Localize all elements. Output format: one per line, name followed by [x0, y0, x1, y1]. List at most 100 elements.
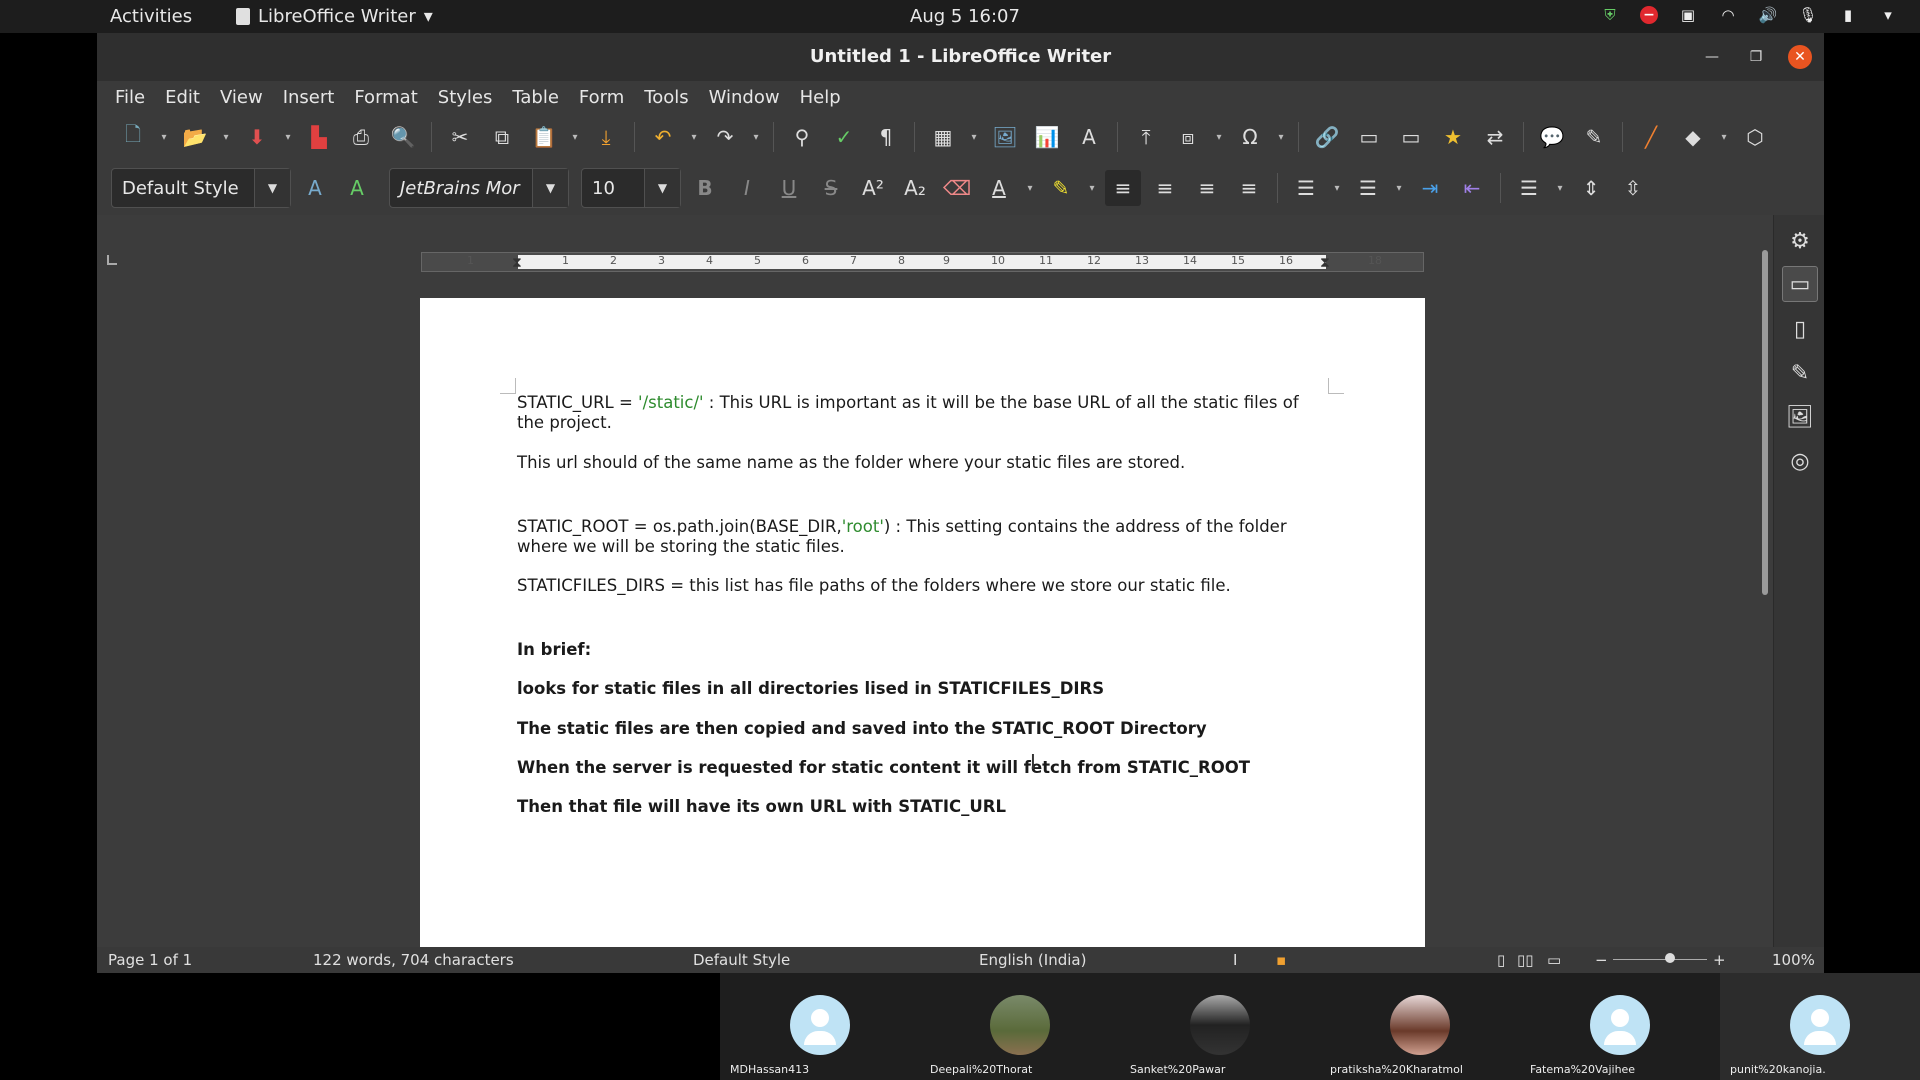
- chevron-down-icon[interactable]: ▾: [1392, 170, 1406, 206]
- paste-icon[interactable]: 📋: [526, 119, 562, 155]
- footnote-icon[interactable]: ▭: [1351, 119, 1387, 155]
- chevron-down-icon[interactable]: ▾: [157, 119, 171, 155]
- language[interactable]: English (India): [979, 951, 1086, 969]
- single-page-view-icon[interactable]: ▯: [1497, 951, 1505, 969]
- export-pdf-icon[interactable]: ▙: [301, 119, 337, 155]
- superscript-icon[interactable]: A²: [855, 170, 891, 206]
- participant-tile[interactable]: MDHassan413: [720, 973, 920, 1080]
- word-count[interactable]: 122 words, 704 characters: [313, 951, 514, 969]
- menu-form[interactable]: Form: [569, 87, 634, 108]
- chevron-down-icon[interactable]: ▾: [568, 119, 582, 155]
- numbered-list-icon[interactable]: ☰: [1350, 170, 1386, 206]
- font-size-select[interactable]: 10 ▼: [581, 168, 681, 208]
- zoom-slider-thumb[interactable]: [1665, 953, 1675, 963]
- menu-format[interactable]: Format: [344, 87, 427, 108]
- find-replace-icon[interactable]: ⚲: [784, 119, 820, 155]
- participant-tile[interactable]: Sanket%20Pawar: [1120, 973, 1320, 1080]
- zoom-slider[interactable]: [1613, 959, 1707, 960]
- spelling-icon[interactable]: ✓: [826, 119, 862, 155]
- zoom-out-icon[interactable]: −: [1595, 951, 1608, 969]
- justify-icon[interactable]: ≡: [1231, 170, 1267, 206]
- chevron-down-icon[interactable]: ▾: [281, 119, 295, 155]
- system-tray[interactable]: ⛨ − ▣ ◠ 🔊 🎙 ▮ ▾: [1600, 5, 1898, 25]
- menu-window[interactable]: Window: [699, 87, 790, 108]
- menu-insert[interactable]: Insert: [273, 87, 345, 108]
- participant-tile[interactable]: Fatema%20Vajihee: [1520, 973, 1720, 1080]
- menu-table[interactable]: Table: [502, 87, 569, 108]
- font-name-select[interactable]: JetBrains Mor ▼: [389, 168, 569, 208]
- highlight-color-icon[interactable]: ✎: [1043, 170, 1079, 206]
- document-page[interactable]: STATIC_URL = '/static/' : This URL is im…: [420, 298, 1425, 947]
- gallery-icon[interactable]: 🖼: [1782, 399, 1818, 435]
- clear-formatting-icon[interactable]: ⌫: [939, 170, 975, 206]
- insert-line-icon[interactable]: ╱: [1633, 119, 1669, 155]
- chevron-down-icon[interactable]: ▾: [1085, 170, 1099, 206]
- menu-help[interactable]: Help: [790, 87, 851, 108]
- chevron-down-icon[interactable]: ▾: [1553, 170, 1567, 206]
- menu-styles[interactable]: Styles: [428, 87, 503, 108]
- styles-icon[interactable]: ✎: [1782, 355, 1818, 391]
- basic-shapes-icon[interactable]: ◆: [1675, 119, 1711, 155]
- insert-mode-icon[interactable]: I: [1233, 951, 1237, 969]
- scrollbar-thumb[interactable]: [1762, 250, 1768, 595]
- chevron-down-icon[interactable]: ▾: [1878, 5, 1898, 25]
- chevron-down-icon[interactable]: ▾: [687, 119, 701, 155]
- align-left-icon[interactable]: ≡: [1105, 170, 1141, 206]
- signature-icon[interactable]: ▪: [1276, 951, 1286, 969]
- align-right-icon[interactable]: ≡: [1189, 170, 1225, 206]
- bullet-list-icon[interactable]: ☰: [1288, 170, 1324, 206]
- chevron-down-icon[interactable]: ▾: [1212, 119, 1226, 155]
- endnote-icon[interactable]: ▭: [1393, 119, 1429, 155]
- chevron-down-icon[interactable]: ▾: [749, 119, 763, 155]
- formatting-marks-icon[interactable]: ¶: [868, 119, 904, 155]
- insert-page-break-icon[interactable]: ⤒: [1128, 119, 1164, 155]
- decrease-indent-icon[interactable]: ⇤: [1454, 170, 1490, 206]
- insert-field-icon[interactable]: ⧈: [1170, 119, 1206, 155]
- properties-icon[interactable]: ▭: [1782, 266, 1818, 302]
- bold-icon[interactable]: B: [687, 170, 723, 206]
- open-folder-icon[interactable]: 📂: [177, 119, 213, 155]
- participant-tile[interactable]: pratiksha%20Kharatmol: [1320, 973, 1520, 1080]
- new-style-icon[interactable]: A: [339, 170, 375, 206]
- increase-paragraph-spacing-icon[interactable]: ⇕: [1573, 170, 1609, 206]
- page-style[interactable]: Default Style: [693, 951, 790, 969]
- title-bar[interactable]: Untitled 1 - LibreOffice Writer — ❐ ✕: [97, 33, 1824, 81]
- copy-icon[interactable]: ⧉: [484, 119, 520, 155]
- track-changes-icon[interactable]: ✎: [1576, 119, 1612, 155]
- gear-icon[interactable]: ⚙: [1782, 223, 1818, 259]
- multi-page-view-icon[interactable]: ▯▯: [1517, 951, 1534, 969]
- comment-icon[interactable]: 💬: [1534, 119, 1570, 155]
- page-icon[interactable]: ▯: [1782, 311, 1818, 347]
- horizontal-ruler[interactable]: 1 1 2 3 4 5 6 7 8 9 10 11 12 13 14 15 16…: [421, 252, 1424, 272]
- align-center-icon[interactable]: ≡: [1147, 170, 1183, 206]
- microphone-icon[interactable]: 🎙: [1798, 5, 1818, 25]
- zoom-level[interactable]: 100%: [1772, 951, 1815, 969]
- shield-icon[interactable]: ⛨: [1600, 5, 1620, 25]
- print-icon[interactable]: ⎙: [343, 119, 379, 155]
- new-document-icon[interactable]: 🗋: [115, 119, 151, 155]
- paragraph-style-select[interactable]: Default Style ▼: [111, 168, 291, 208]
- chevron-down-icon[interactable]: ▼: [644, 169, 680, 207]
- clone-formatting-icon[interactable]: ⤓: [588, 119, 624, 155]
- print-preview-icon[interactable]: 🔍: [385, 119, 421, 155]
- insert-chart-icon[interactable]: 📊: [1029, 119, 1065, 155]
- do-not-disturb-icon[interactable]: −: [1640, 6, 1658, 24]
- chevron-down-icon[interactable]: ▼: [532, 169, 568, 207]
- participant-tile[interactable]: punit%20kanojia.: [1720, 973, 1920, 1080]
- menu-view[interactable]: View: [210, 87, 273, 108]
- chevron-down-icon[interactable]: ▾: [1717, 119, 1731, 155]
- clock[interactable]: Aug 5 16:07: [910, 6, 1020, 27]
- menu-edit[interactable]: Edit: [155, 87, 210, 108]
- cut-icon[interactable]: ✂: [442, 119, 478, 155]
- draw-functions-icon[interactable]: ⬡: [1737, 119, 1773, 155]
- cross-reference-icon[interactable]: ⇄: [1477, 119, 1513, 155]
- insert-textbox-icon[interactable]: A: [1071, 119, 1107, 155]
- undo-icon[interactable]: ↶: [645, 119, 681, 155]
- navigator-icon[interactable]: ◎: [1782, 443, 1818, 479]
- line-spacing-icon[interactable]: ☰: [1511, 170, 1547, 206]
- menu-file[interactable]: File: [105, 87, 155, 108]
- wifi-icon[interactable]: ◠: [1718, 5, 1738, 25]
- document-text[interactable]: STATIC_URL = '/static/' : This URL is im…: [517, 393, 1327, 817]
- redo-icon[interactable]: ↷: [707, 119, 743, 155]
- decrease-paragraph-spacing-icon[interactable]: ⇳: [1615, 170, 1651, 206]
